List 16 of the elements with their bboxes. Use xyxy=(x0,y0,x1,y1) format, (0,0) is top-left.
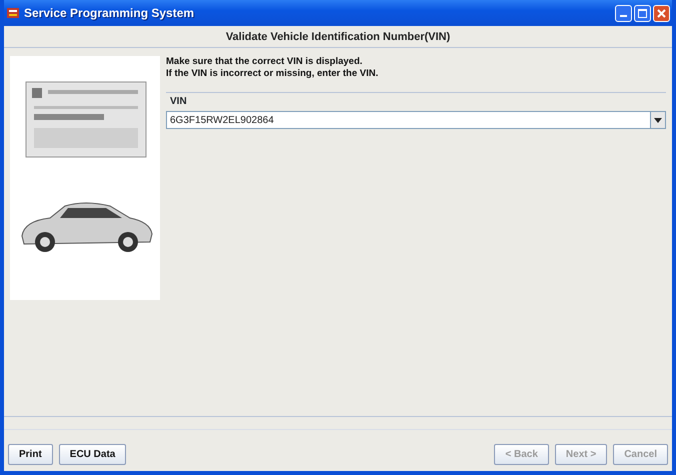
page-title: Validate Vehicle Identification Number(VIN) xyxy=(4,26,672,48)
close-button[interactable] xyxy=(653,4,670,22)
action-button[interactable]: Print xyxy=(8,444,53,465)
minimize-icon xyxy=(620,15,627,17)
vin-field[interactable]: 6G3F15RW2EL902864 xyxy=(166,111,650,129)
minimize-button[interactable] xyxy=(615,4,632,22)
instruction-text: Make sure that the correct VIN is displayed. xyxy=(166,56,364,68)
maximize-icon xyxy=(638,8,647,18)
action-button[interactable]: ECU Data xyxy=(58,444,126,465)
close-icon xyxy=(657,8,666,18)
app-icon xyxy=(6,6,20,20)
instruction-text: If the VIN is incorrect or missing, enter the VIN. xyxy=(166,68,380,80)
vin-label: VIN xyxy=(170,95,188,109)
window-title: Service Programming System xyxy=(24,5,196,22)
maximize-button[interactable] xyxy=(634,4,651,22)
dropdown-icon[interactable] xyxy=(650,111,666,129)
